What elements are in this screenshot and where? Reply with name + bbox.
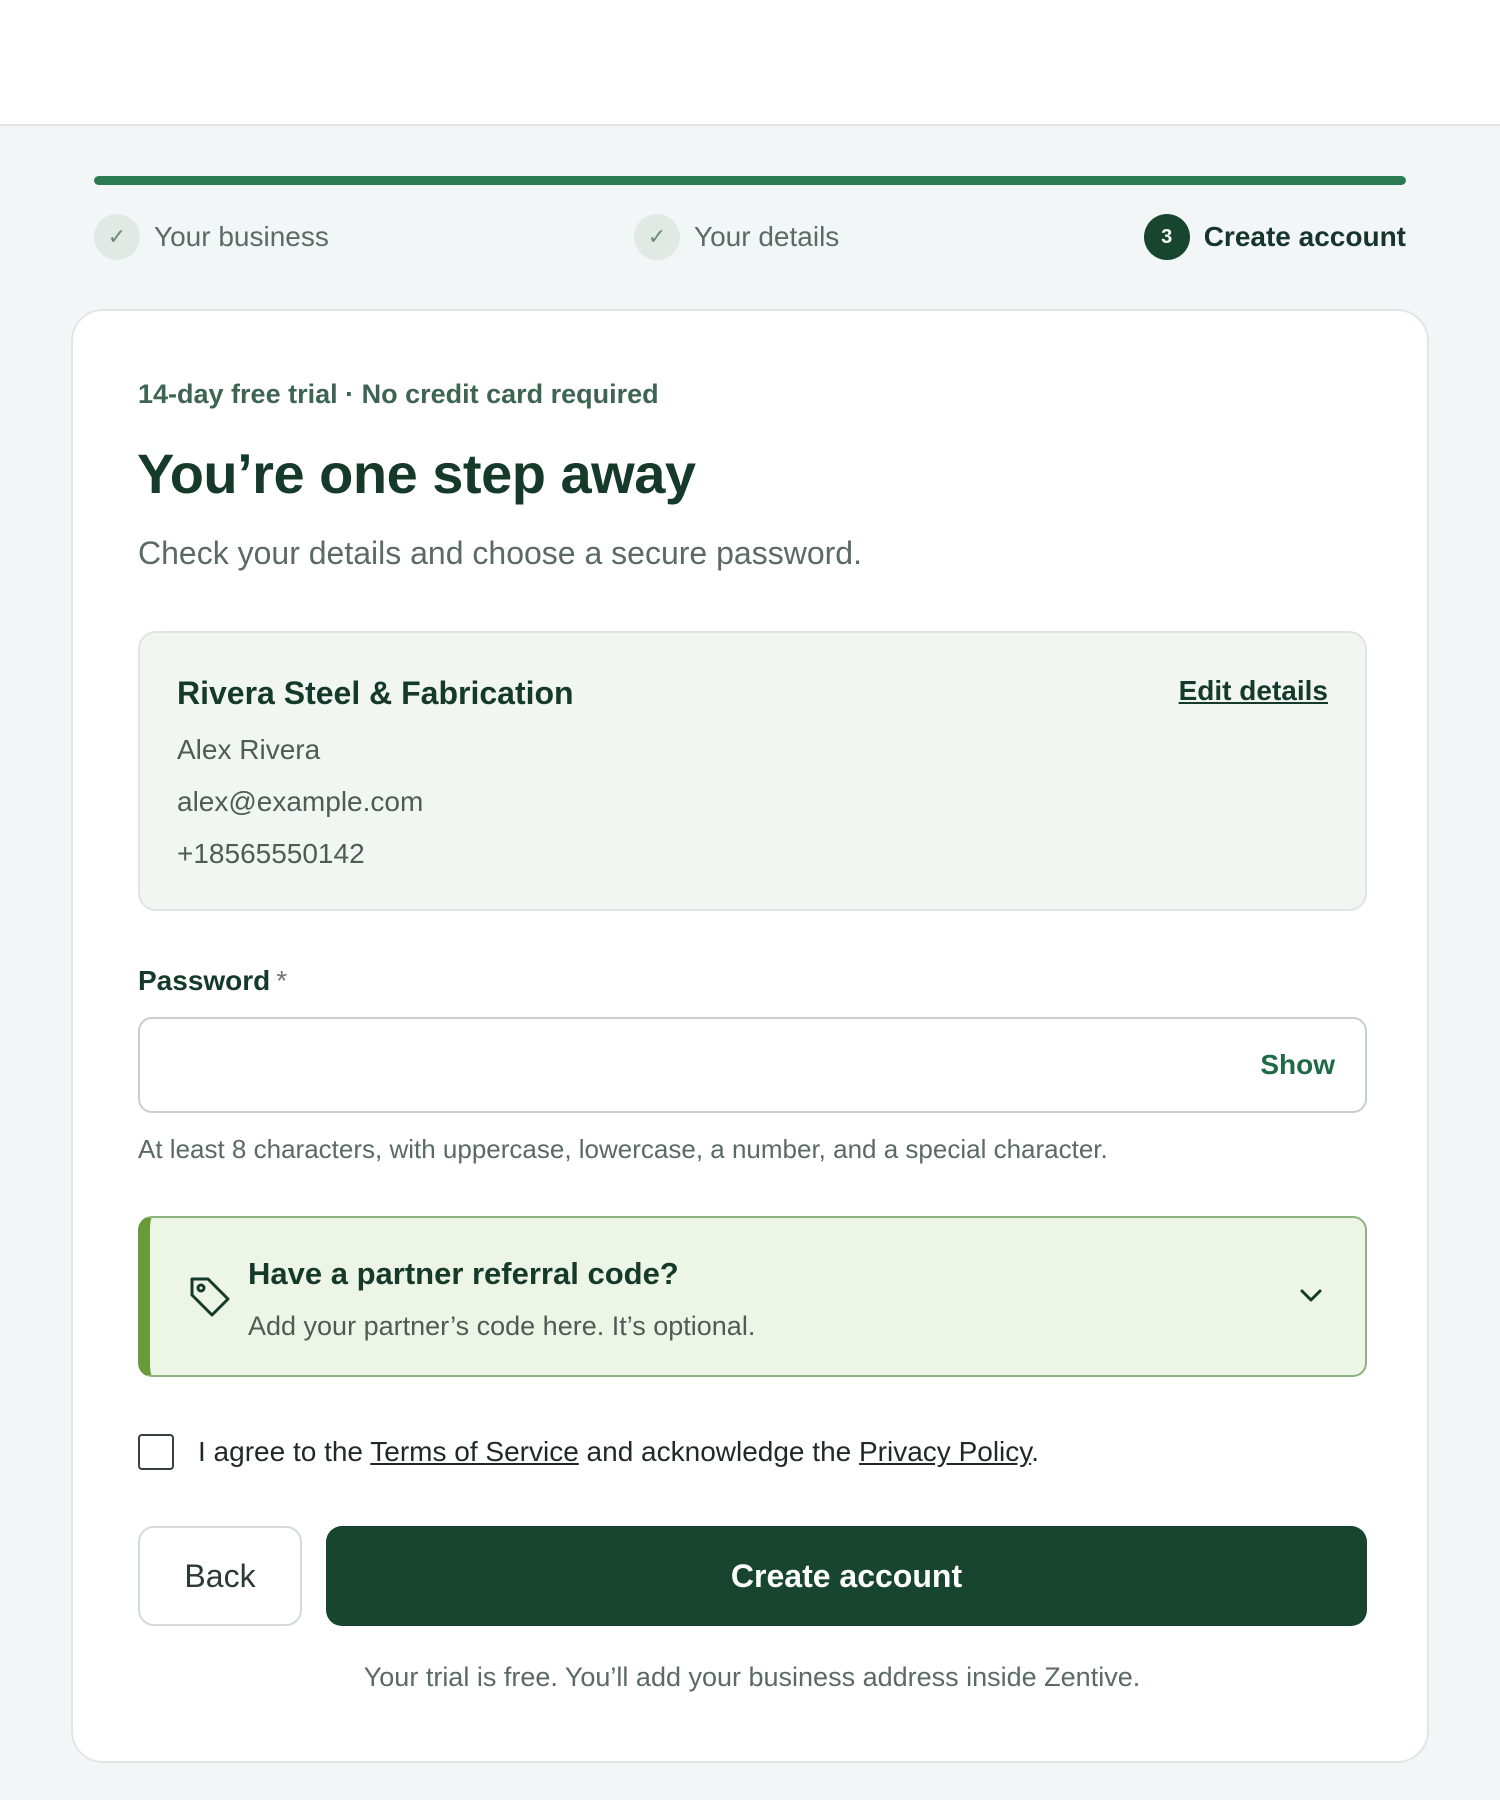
page-subtitle: Check your details and choose a secure p…	[138, 535, 862, 571]
contact-phone: +18565550142	[177, 838, 365, 869]
step-label: Your details	[694, 221, 840, 252]
terms-middle: and acknowledge the	[578, 1436, 859, 1467]
page-title: You’re one step away	[137, 442, 696, 505]
terms-suffix: .	[1031, 1436, 1039, 1467]
step-label: Create account	[1203, 221, 1406, 252]
tag-icon	[190, 1277, 230, 1317]
business-name: Rivera Steel & Fabrication	[177, 675, 574, 711]
step-your-details: ✓ Your details	[634, 214, 839, 260]
contact-name: Alex Rivera	[177, 734, 321, 765]
referral-title: Have a partner referral code?	[248, 1256, 679, 1291]
terms-of-service-link[interactable]: Terms of Service	[370, 1436, 579, 1467]
terms-prefix: I agree to the	[198, 1436, 371, 1467]
step-number-badge: 3	[1143, 214, 1190, 260]
terms-text: I agree to the Terms of Service and ackn…	[198, 1436, 1039, 1468]
referral-code-toggle[interactable]: Have a partner referral code? Add your p…	[138, 1216, 1367, 1377]
password-input[interactable]	[160, 1039, 1210, 1093]
stepper: ✓ Your business ✓ Your details 3 Create …	[94, 214, 1406, 260]
edit-details-link[interactable]: Edit details	[1179, 675, 1328, 707]
trial-footnote: Your trial is free. You’ll add your busi…	[363, 1662, 1141, 1692]
terms-checkbox[interactable]	[138, 1434, 174, 1470]
back-button[interactable]: Back	[138, 1526, 302, 1626]
contact-email: alex@example.com	[177, 786, 424, 817]
privacy-policy-link[interactable]: Privacy Policy	[859, 1436, 1031, 1467]
signup-card: 14-day free trial · No credit card requi…	[71, 309, 1429, 1763]
step-your-business: ✓ Your business	[94, 214, 329, 260]
chevron-down-icon	[1300, 1289, 1322, 1302]
password-label-text: Password	[138, 965, 271, 996]
create-account-button[interactable]: Create account	[326, 1526, 1367, 1626]
check-icon: ✓	[94, 214, 140, 260]
password-hint: At least 8 characters, with uppercase, l…	[138, 1134, 1108, 1164]
step-create-account: 3 Create account	[1143, 214, 1406, 260]
show-password-button[interactable]: Show	[1260, 1049, 1335, 1081]
trial-eyebrow: 14-day free trial · No credit card requi…	[138, 379, 659, 409]
top-bar	[0, 0, 1500, 126]
terms-agreement: I agree to the Terms of Service and ackn…	[138, 1432, 1039, 1472]
referral-subtitle: Add your partner’s code here. It’s optio…	[248, 1311, 756, 1341]
details-summary: Rivera Steel & Fabrication Edit details …	[138, 631, 1367, 911]
required-marker: *	[276, 965, 288, 996]
password-label: Password *	[138, 965, 287, 997]
progress-bar	[94, 176, 1406, 185]
progress-fill	[94, 176, 1406, 185]
check-icon: ✓	[634, 214, 680, 260]
step-label: Your business	[154, 221, 329, 252]
password-field: Show	[138, 1017, 1367, 1113]
